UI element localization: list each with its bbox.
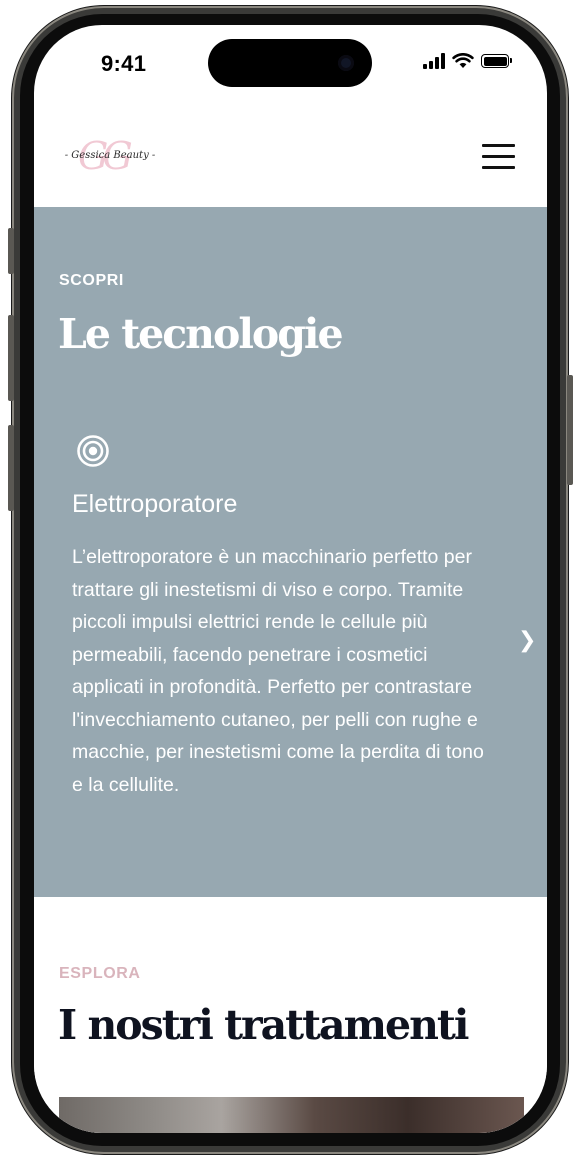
- technologies-section: SCOPRI Le tecnologie Elettroporatore L’e…: [34, 207, 547, 897]
- technology-card-description: L’elettroporatore è un macchinario perfe…: [72, 546, 484, 796]
- technology-card-title: Elettroporatore: [72, 490, 238, 518]
- treatment-image[interactable]: [59, 1097, 524, 1133]
- technologies-eyebrow: SCOPRI: [59, 272, 124, 289]
- volume-up-button: [8, 315, 14, 401]
- camera-icon: [338, 55, 354, 71]
- status-icons: [423, 53, 512, 69]
- wifi-icon: [452, 53, 474, 68]
- logo-text: - Gessica Beauty -: [64, 150, 156, 161]
- dynamic-island: [208, 39, 372, 87]
- brand-logo[interactable]: GG - Gessica Beauty -: [60, 132, 160, 184]
- screen: 9:41 GG - Gessica Beauty - SCOPRI Le tec…: [34, 25, 547, 1133]
- site-header: GG - Gessica Beauty -: [34, 110, 547, 207]
- status-bar: 9:41: [34, 25, 547, 95]
- hamburger-icon[interactable]: [482, 144, 515, 170]
- status-time: 9:41: [101, 51, 147, 76]
- chevron-right-icon[interactable]: ❯: [518, 628, 536, 653]
- volume-down-button: [8, 425, 14, 511]
- battery-icon: [481, 54, 512, 68]
- cellular-signal-icon: [423, 53, 445, 69]
- treatments-section: ESPLORA I nostri trattamenti: [34, 897, 547, 1133]
- treatments-eyebrow: ESPLORA: [59, 965, 141, 982]
- technologies-title: Le tecnologie: [58, 310, 344, 358]
- power-button: [567, 375, 573, 485]
- target-icon: [77, 435, 109, 467]
- action-button: [8, 228, 14, 274]
- treatments-title: I nostri trattamenti: [58, 1001, 469, 1049]
